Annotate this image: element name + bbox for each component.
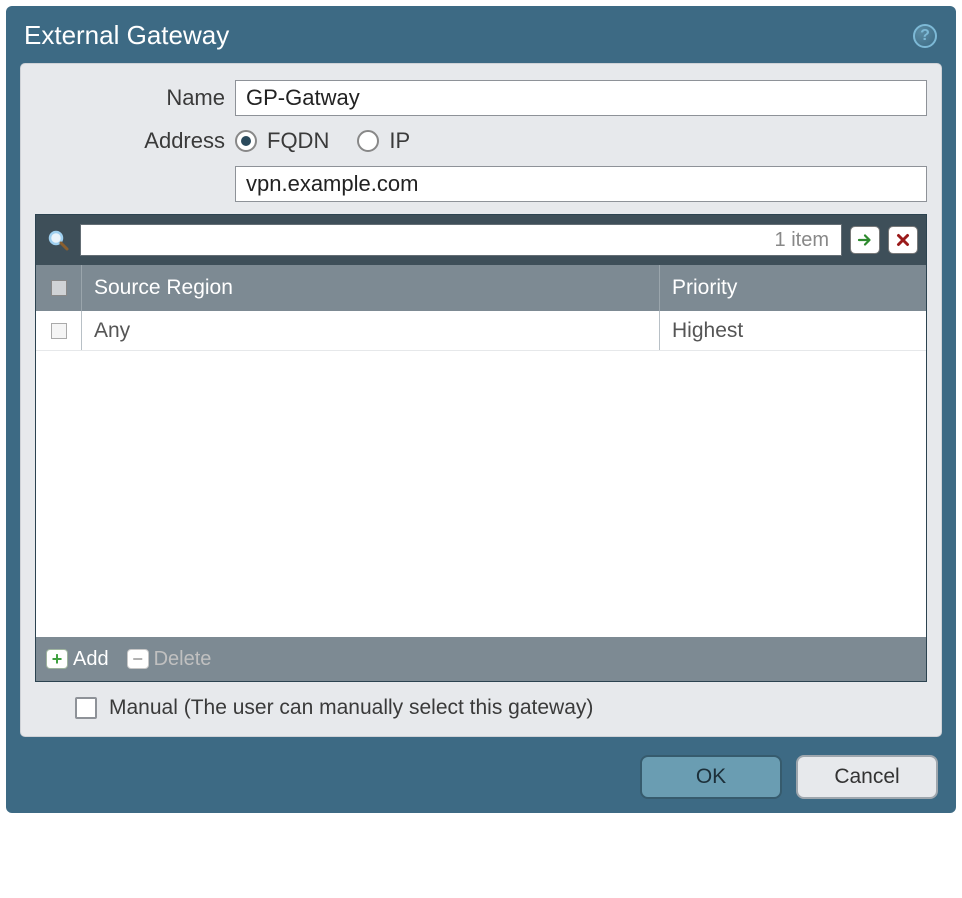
- grid-header-source-region[interactable]: Source Region: [82, 265, 660, 311]
- address-type-row: Address FQDN IP: [35, 128, 927, 154]
- name-input[interactable]: [235, 80, 927, 116]
- external-gateway-dialog: External Gateway ? Name Address FQDN IP: [6, 6, 956, 813]
- cancel-button[interactable]: Cancel: [796, 755, 938, 799]
- address-label: Address: [35, 128, 235, 154]
- help-icon: ?: [913, 24, 937, 48]
- form-area: Name Address FQDN IP: [20, 63, 942, 737]
- dialog-button-bar: OK Cancel: [6, 737, 956, 799]
- help-button[interactable]: ?: [912, 23, 938, 49]
- row-priority: Highest: [660, 311, 840, 350]
- grid-body: Any Highest: [36, 311, 926, 637]
- add-button-label: Add: [73, 648, 109, 671]
- minus-icon: −: [127, 649, 149, 669]
- table-row[interactable]: Any Highest: [36, 311, 926, 351]
- row-actions: [840, 311, 926, 350]
- fqdn-radio-label: FQDN: [267, 128, 329, 154]
- address-type-ip-radio[interactable]: IP: [357, 128, 410, 154]
- address-type-radio-group: FQDN IP: [235, 128, 410, 154]
- dialog-title: External Gateway: [24, 20, 229, 51]
- delete-button[interactable]: − Delete: [127, 648, 212, 671]
- address-type-fqdn-radio[interactable]: FQDN: [235, 128, 329, 154]
- radio-icon: [235, 130, 257, 152]
- name-label: Name: [35, 85, 235, 111]
- name-row: Name: [35, 80, 927, 116]
- grid-footer: + Add − Delete: [36, 637, 926, 681]
- grid-header-priority[interactable]: Priority: [660, 265, 926, 311]
- search-icon: [44, 226, 72, 254]
- delete-button-label: Delete: [154, 648, 212, 671]
- row-source-region: Any: [82, 311, 660, 350]
- grid-go-button[interactable]: [850, 226, 880, 254]
- radio-icon: [357, 130, 379, 152]
- source-region-grid: Source Region Priority Any Highest + Add: [35, 214, 927, 682]
- manual-checkbox[interactable]: [75, 697, 97, 719]
- grid-clear-button[interactable]: [888, 226, 918, 254]
- grid-header-checkbox-cell[interactable]: [36, 265, 82, 311]
- plus-icon: +: [46, 649, 68, 669]
- ok-button[interactable]: OK: [640, 755, 782, 799]
- checkbox-icon: [51, 323, 67, 339]
- ip-radio-label: IP: [389, 128, 410, 154]
- grid-toolbar: [36, 215, 926, 265]
- checkbox-icon: [51, 280, 67, 296]
- grid-header: Source Region Priority: [36, 265, 926, 311]
- manual-label: Manual (The user can manually select thi…: [109, 696, 593, 720]
- address-value-row: [35, 166, 927, 202]
- address-input[interactable]: [235, 166, 927, 202]
- add-button[interactable]: + Add: [46, 648, 109, 671]
- grid-search-input[interactable]: [80, 224, 842, 256]
- manual-row: Manual (The user can manually select thi…: [75, 696, 921, 720]
- row-checkbox-cell[interactable]: [36, 311, 82, 350]
- dialog-titlebar: External Gateway ?: [6, 6, 956, 63]
